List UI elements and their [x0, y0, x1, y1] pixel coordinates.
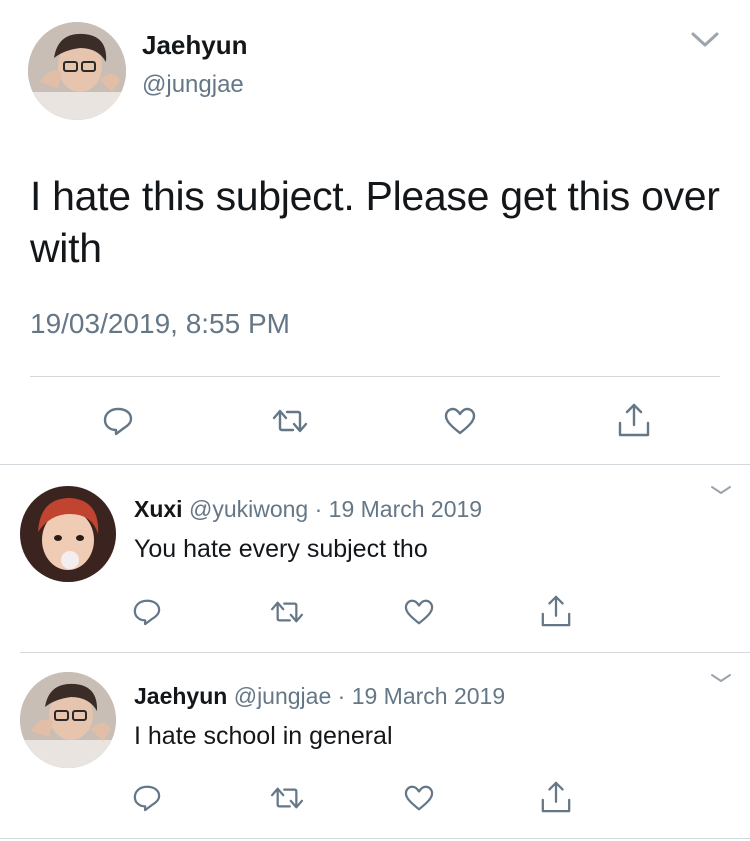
retweet-icon[interactable] — [270, 404, 310, 438]
share-icon[interactable] — [616, 400, 652, 440]
retweet-icon[interactable] — [268, 782, 306, 814]
tweet-timestamp[interactable]: 19/03/2019, 8:55 PM — [30, 308, 290, 340]
reply-icon[interactable] — [100, 404, 136, 438]
retweet-icon[interactable] — [268, 596, 306, 628]
reply-author-name[interactable]: Xuxi — [134, 496, 183, 522]
author-name[interactable]: Jaehyun — [142, 30, 248, 61]
author-handle[interactable]: @jungjae — [142, 71, 244, 99]
chevron-down-icon[interactable] — [706, 480, 736, 500]
reply-date[interactable]: 19 March 2019 — [329, 496, 482, 522]
reply-header: Xuxi @yukiwong · 19 March 2019 — [134, 496, 482, 523]
author-avatar[interactable] — [28, 22, 126, 120]
chevron-down-icon[interactable] — [690, 30, 720, 50]
divider — [30, 376, 720, 377]
separator-dot: · — [337, 683, 346, 709]
divider — [0, 464, 750, 465]
share-icon[interactable] — [538, 778, 574, 816]
like-icon[interactable] — [402, 782, 436, 814]
avatar-image — [20, 672, 116, 768]
reply-author-name[interactable]: Jaehyun — [134, 683, 227, 709]
divider — [0, 838, 750, 839]
avatar-image — [20, 486, 116, 582]
separator-dot: · — [314, 496, 323, 522]
reply-avatar[interactable] — [20, 672, 116, 768]
reply-date[interactable]: 19 March 2019 — [352, 683, 505, 709]
reply-text: I hate school in general — [134, 722, 393, 750]
avatar-image — [28, 22, 126, 120]
share-icon[interactable] — [538, 592, 574, 630]
divider — [20, 652, 750, 653]
reply-author-handle[interactable]: @jungjae — [234, 683, 332, 709]
reply-icon[interactable] — [130, 782, 164, 814]
tweet-text: I hate this subject. Please get this ove… — [30, 173, 720, 271]
reply-header: Jaehyun @jungjae · 19 March 2019 — [134, 683, 505, 710]
reply-icon[interactable] — [130, 596, 164, 628]
reply-text: You hate every subject tho — [134, 535, 428, 563]
chevron-down-icon[interactable] — [706, 668, 736, 688]
like-icon[interactable] — [402, 596, 436, 628]
like-icon[interactable] — [442, 404, 478, 438]
reply-author-handle[interactable]: @yukiwong — [189, 496, 308, 522]
reply-avatar[interactable] — [20, 486, 116, 582]
